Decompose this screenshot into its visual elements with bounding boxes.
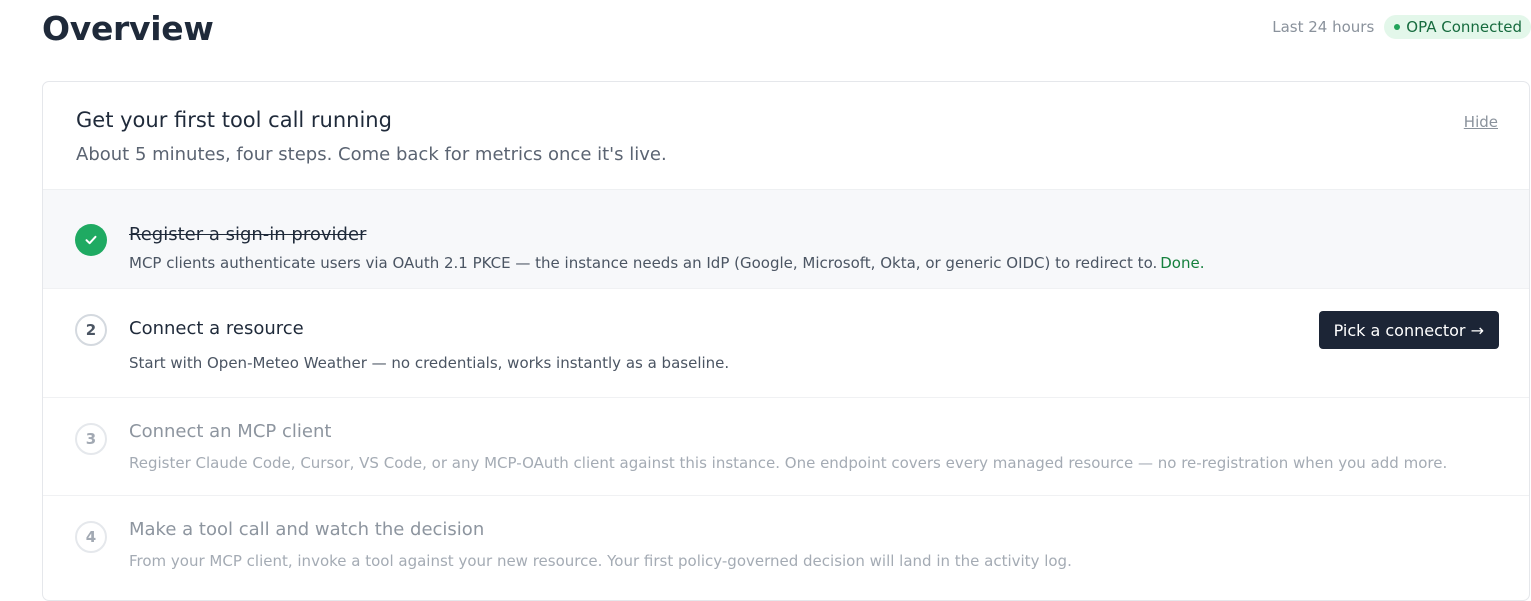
step-1-title: Register a sign-in provider: [129, 224, 367, 245]
step-3-description: Register Claude Code, Cursor, VS Code, o…: [129, 454, 1448, 472]
onboarding-step-2: 2 Connect a resource Start with Open-Met…: [43, 289, 1529, 398]
step-done-marker: [75, 224, 107, 256]
step-2-description: Start with Open-Meteo Weather — no crede…: [129, 354, 730, 372]
onboarding-step-3: 3 Connect an MCP client Register Claude …: [43, 398, 1529, 496]
page-title: Overview: [42, 9, 214, 48]
step-3-number: 3: [75, 423, 107, 455]
time-range-label[interactable]: Last 24 hours: [1272, 18, 1374, 36]
page-header: Overview Last 24 hours OPA Connected: [42, 0, 1531, 56]
opa-status-label: OPA Connected: [1406, 18, 1522, 36]
onboarding-step-1: Register a sign-in provider MCP clients …: [43, 190, 1529, 289]
hide-onboarding-link[interactable]: Hide: [1464, 113, 1498, 131]
step-4-description: From your MCP client, invoke a tool agai…: [129, 552, 1072, 570]
step-1-done-label: Done.: [1160, 254, 1205, 272]
header-status-area: Last 24 hours OPA Connected: [1272, 15, 1531, 39]
onboarding-title: Get your first tool call running: [76, 108, 392, 132]
onboarding-header: Get your first tool call running About 5…: [43, 82, 1529, 190]
step-3-title: Connect an MCP client: [129, 421, 332, 442]
step-2-title: Connect a resource: [129, 318, 304, 339]
onboarding-step-4: 4 Make a tool call and watch the decisio…: [43, 496, 1529, 600]
step-2-number: 2: [75, 314, 107, 346]
onboarding-card: Get your first tool call running About 5…: [42, 81, 1530, 601]
onboarding-subtitle: About 5 minutes, four steps. Come back f…: [76, 144, 667, 165]
check-icon: [85, 235, 97, 245]
step-4-number: 4: [75, 521, 107, 553]
step-4-title: Make a tool call and watch the decision: [129, 519, 485, 540]
step-1-description: MCP clients authenticate users via OAuth…: [129, 254, 1204, 272]
opa-status-badge: OPA Connected: [1384, 15, 1531, 39]
status-dot-icon: [1394, 24, 1401, 30]
pick-connector-button[interactable]: Pick a connector →: [1318, 311, 1499, 349]
step-1-description-text: MCP clients authenticate users via OAuth…: [129, 254, 1158, 272]
